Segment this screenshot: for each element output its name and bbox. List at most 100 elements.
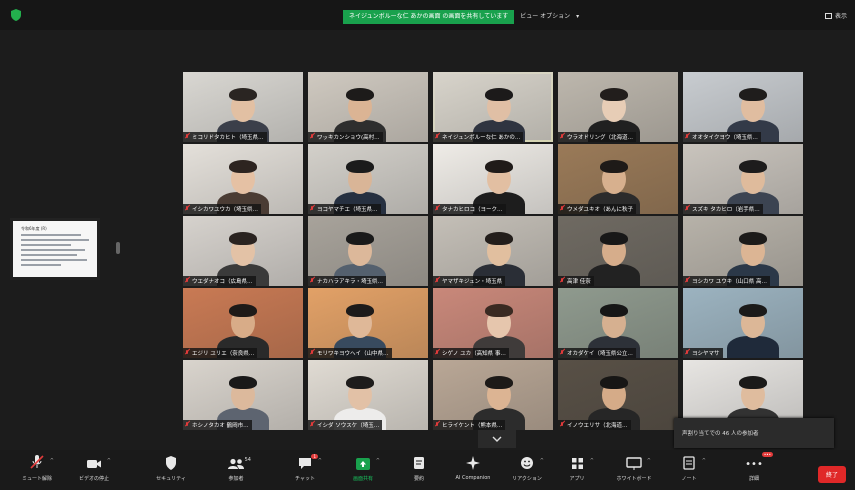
participant-hair bbox=[600, 376, 628, 389]
chevron-up-icon[interactable]: ^ bbox=[318, 458, 322, 464]
chevron-up-icon[interactable]: ^ bbox=[50, 458, 54, 464]
sparkle-icon bbox=[466, 456, 480, 470]
participant-name-tag: ヨシヤマサ bbox=[683, 348, 723, 358]
participant-video-tile[interactable]: イノウエリサ（北海道… bbox=[558, 360, 678, 430]
view-button[interactable]: 表示 bbox=[824, 11, 847, 20]
mic-muted-icon bbox=[310, 278, 314, 284]
chevron-up-icon[interactable]: ^ bbox=[647, 458, 651, 464]
chevron-up-icon[interactable]: ^ bbox=[376, 458, 380, 464]
share-status-banner: ネイジュンボルーな仁 あかの画面 の画面を共有しています ビュー オプション ▾ bbox=[343, 10, 579, 24]
participant-hair bbox=[229, 88, 257, 101]
more-button[interactable]: ••• ••• 詳細 bbox=[727, 452, 781, 488]
ai-companion-button[interactable]: AI Companion bbox=[446, 452, 500, 488]
reactions-button[interactable]: ^ リアクション bbox=[500, 452, 554, 488]
collapse-toolbar-button[interactable] bbox=[478, 430, 516, 448]
unmute-button[interactable]: ^ ミュート解除 bbox=[10, 452, 64, 488]
participant-video-tile[interactable]: ヨシカワ ユウキ（山口県 高… bbox=[683, 216, 803, 286]
participant-video-tile[interactable]: オオタイクヨウ（埼玉県… bbox=[683, 72, 803, 142]
chevron-up-icon[interactable]: ^ bbox=[590, 458, 594, 464]
shared-screen-thumbnail[interactable]: 令和6年度 (R) bbox=[10, 218, 100, 280]
participant-name: ネイジュンボルーな仁 あかの… bbox=[442, 135, 521, 141]
participant-hair bbox=[600, 232, 628, 245]
chevron-up-icon[interactable]: ^ bbox=[540, 458, 544, 464]
participant-name-tag: ヒライケント（熊本県… bbox=[433, 420, 506, 430]
participant-video-tile[interactable]: ヨシヤマサ bbox=[683, 288, 803, 358]
participant-name-tag: オカダケイ（埼玉県公立… bbox=[558, 348, 636, 358]
participant-hair bbox=[346, 232, 374, 245]
participant-video-tile[interactable]: シゲノ ユカ（高知県 事… bbox=[433, 288, 553, 358]
chat-icon bbox=[299, 458, 311, 469]
participant-video-tile[interactable]: ウメダユキオ（あんに秋子 bbox=[558, 144, 678, 214]
participant-hair bbox=[229, 376, 257, 389]
participant-video-tile[interactable]: タナカヒロコ（ヨーク… bbox=[433, 144, 553, 214]
doc-line bbox=[21, 244, 71, 246]
participant-video-tile[interactable]: ヨコヤマチエ（埼玉県… bbox=[308, 144, 428, 214]
participant-video-tile[interactable]: ホシノタカオ 鶴岡市… bbox=[183, 360, 303, 430]
more-icon: ••• bbox=[745, 459, 763, 470]
participant-video-tile[interactable]: ウラオドリング（北海道… bbox=[558, 72, 678, 142]
participant-hair bbox=[485, 304, 513, 317]
panel-resize-handle[interactable] bbox=[116, 242, 120, 254]
mic-muted-icon bbox=[310, 422, 314, 428]
chevron-down-icon bbox=[492, 436, 502, 442]
shield-icon[interactable] bbox=[10, 9, 22, 21]
end-meeting-button[interactable]: 終了 bbox=[818, 466, 846, 483]
chevron-up-icon[interactable]: ^ bbox=[702, 458, 706, 464]
participant-hair bbox=[229, 304, 257, 317]
participant-hair bbox=[739, 88, 767, 101]
participant-name-tag: ワッキカンショウ(高村… bbox=[308, 132, 383, 142]
participant-name: ワッキカンショウ(高村… bbox=[317, 135, 380, 141]
view-options-button[interactable]: ビュー オプション ▾ bbox=[520, 10, 579, 24]
participant-video-tile[interactable]: ミコリドタカヒト（埼玉県… bbox=[183, 72, 303, 142]
share-screen-button[interactable]: ^ 画面共有 bbox=[336, 452, 390, 488]
participant-video-tile[interactable]: 高津 佳奈 bbox=[558, 216, 678, 286]
mic-muted-icon bbox=[685, 134, 689, 140]
shield-icon bbox=[166, 456, 176, 470]
mic-muted-icon bbox=[185, 134, 189, 140]
mic-muted-icon bbox=[560, 422, 564, 428]
participant-hair bbox=[739, 232, 767, 245]
mic-muted-icon bbox=[310, 134, 314, 140]
reactions-label: リアクション bbox=[512, 476, 542, 482]
view-options-label: ビュー オプション bbox=[520, 13, 571, 20]
participants-notification: 声割り当てでの 46 人の参加者 bbox=[674, 418, 834, 448]
security-button[interactable]: セキュリティ bbox=[144, 452, 198, 488]
mic-muted-icon bbox=[30, 455, 44, 469]
participant-name-tag: ナカハラアキラ・埼玉県… bbox=[308, 276, 387, 286]
participant-name: 高津 佳奈 bbox=[567, 279, 591, 285]
grid-view-icon bbox=[824, 12, 832, 19]
view-label: 表示 bbox=[834, 13, 847, 20]
participant-video-tile[interactable]: ヤマザキジュン・埼玉県 bbox=[433, 216, 553, 286]
participants-button[interactable]: 54 参加者 bbox=[209, 452, 263, 488]
participant-hair bbox=[346, 160, 374, 173]
participant-hair bbox=[346, 88, 374, 101]
notes-icon bbox=[683, 456, 695, 470]
participant-name: シゲノ ユカ（高知県 事… bbox=[442, 351, 506, 357]
chat-button[interactable]: 1 ^ チャット bbox=[278, 452, 332, 488]
participant-video-tile[interactable]: ナカハラアキラ・埼玉県… bbox=[308, 216, 428, 286]
participant-video-tile[interactable]: ネイジュンボルーな仁 あかの… bbox=[433, 72, 553, 142]
notes-button[interactable]: ^ ノート bbox=[662, 452, 716, 488]
participant-name-tag: エジリ ユリエ（奈良県… bbox=[183, 348, 258, 358]
participant-video-tile[interactable]: オカダケイ（埼玉県公立… bbox=[558, 288, 678, 358]
participant-name: イノウエリサ（北海道… bbox=[567, 423, 628, 429]
whiteboard-button[interactable]: ^ ホワイトボード bbox=[607, 452, 661, 488]
mic-muted-icon bbox=[185, 350, 189, 356]
summary-button[interactable]: 要約 bbox=[392, 452, 446, 488]
participant-video-tile[interactable]: イシダ ソウスケ（埼玉… bbox=[308, 360, 428, 430]
participant-name-tag: ウエダナオコ（広島県… bbox=[183, 276, 256, 286]
stop-video-button[interactable]: ^ ビデオの停止 bbox=[67, 452, 121, 488]
participant-video-tile[interactable]: ワッキカンショウ(高村… bbox=[308, 72, 428, 142]
participant-video-tile[interactable]: ウエダナオコ（広島県… bbox=[183, 216, 303, 286]
participant-video-tile[interactable]: イシカワユウカ（埼玉県… bbox=[183, 144, 303, 214]
participant-name: オオタイクヨウ（埼玉県… bbox=[692, 135, 758, 141]
apps-button[interactable]: ^ アプリ bbox=[550, 452, 604, 488]
participant-video-tile[interactable]: ヒライケント（熊本県… bbox=[433, 360, 553, 430]
participant-name: スズキ タカヒロ（岩手県… bbox=[692, 207, 760, 213]
participant-hair bbox=[739, 304, 767, 317]
chevron-up-icon[interactable]: ^ bbox=[107, 458, 111, 464]
participant-video-tile[interactable]: モリワキヨウヘイ（山中県… bbox=[308, 288, 428, 358]
participant-video-tile[interactable]: エジリ ユリエ（奈良県… bbox=[183, 288, 303, 358]
participant-video-tile[interactable]: スズキ タカヒロ（岩手県… bbox=[683, 144, 803, 214]
share-status-text: ネイジュンボルーな仁 あかの画面 の画面を共有しています bbox=[343, 10, 515, 24]
